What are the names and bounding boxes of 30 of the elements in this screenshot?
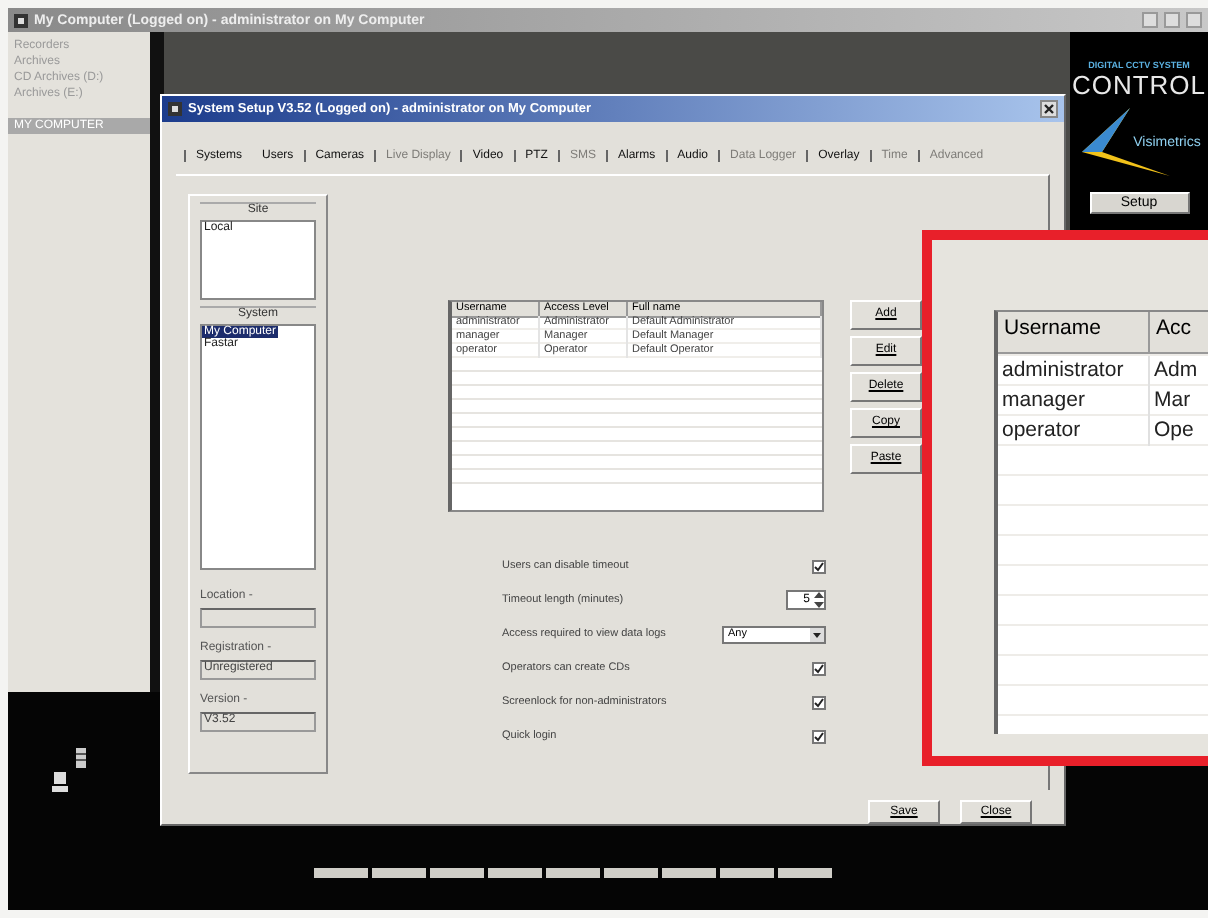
table-cell: manager — [998, 386, 1150, 416]
checkbox[interactable] — [812, 661, 826, 676]
tab-stub — [720, 868, 774, 878]
close-button[interactable] — [1040, 99, 1058, 118]
tab-stub — [604, 868, 658, 878]
table-cell: Adm — [1150, 356, 1208, 386]
spin-arrows-icon — [814, 592, 824, 609]
computer-icon — [52, 772, 68, 792]
column-header: Username — [998, 312, 1150, 354]
table-cell: administrator — [998, 356, 1150, 386]
table-cell: Mar — [1150, 386, 1208, 416]
tab-stub — [778, 868, 832, 878]
caret-icon — [810, 627, 824, 642]
tab-stub — [430, 868, 484, 878]
column-header: Acc — [1150, 312, 1208, 354]
tab-stub — [546, 868, 600, 878]
tab-stub — [488, 868, 542, 878]
tab-stub — [372, 868, 426, 878]
tab-stub — [314, 868, 368, 878]
checkbox[interactable] — [812, 559, 826, 574]
table-cell: Ope — [1150, 416, 1208, 446]
app-icon — [168, 101, 182, 116]
server-icon — [76, 748, 86, 768]
checkbox[interactable] — [812, 695, 826, 710]
input-field[interactable] — [200, 607, 316, 628]
app-icon — [14, 13, 28, 27]
checkbox[interactable] — [812, 729, 826, 744]
table-cell: operator — [998, 416, 1150, 446]
tab-stub — [662, 868, 716, 878]
brand-title: CONTROL — [1071, 70, 1207, 100]
